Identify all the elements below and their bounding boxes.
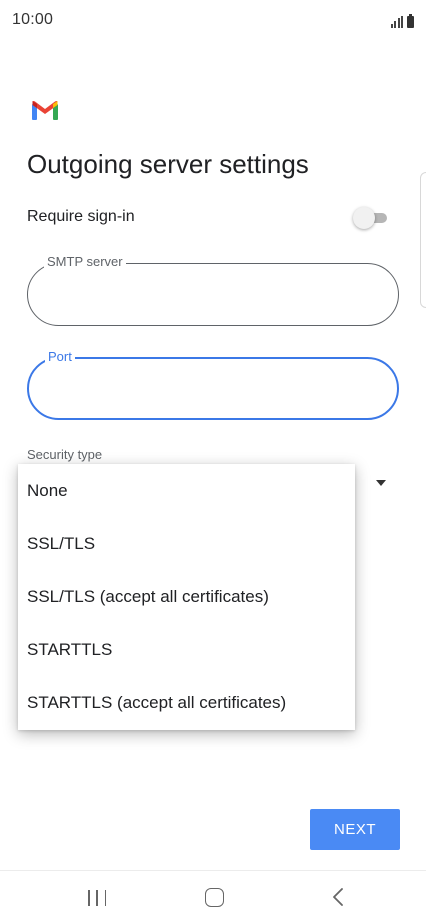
security-type-label: Security type [27, 447, 103, 462]
scroll-indicator [420, 172, 426, 308]
smtp-server-field[interactable]: SMTP server [27, 254, 399, 326]
smtp-server-input[interactable] [46, 282, 376, 306]
require-signin-row: Require sign-in [27, 203, 389, 231]
security-type-dropdown-menu: None SSL/TLS SSL/TLS (accept all certifi… [18, 464, 355, 730]
port-label: Port [45, 349, 75, 364]
status-bar: 10:00 [0, 0, 426, 40]
battery-icon [407, 14, 414, 28]
status-time: 10:00 [12, 11, 54, 28]
smtp-server-label: SMTP server [44, 254, 126, 269]
navigation-bar [0, 870, 426, 923]
signal-icon [390, 16, 403, 28]
toggle-thumb [353, 207, 375, 229]
menu-item-ssl-tls-accept-all[interactable]: SSL/TLS (accept all certificates) [18, 570, 355, 623]
menu-item-starttls-accept-all[interactable]: STARTTLS (accept all certificates) [18, 676, 355, 729]
port-input[interactable] [47, 377, 377, 401]
require-signin-toggle[interactable] [353, 207, 387, 229]
recents-icon[interactable] [88, 890, 106, 906]
chevron-down-icon[interactable] [376, 480, 386, 486]
home-icon[interactable] [205, 888, 224, 907]
page-title: Outgoing server settings [27, 149, 309, 179]
menu-item-none[interactable]: None [18, 464, 355, 517]
next-button[interactable]: NEXT [310, 809, 400, 850]
gmail-logo [32, 100, 58, 120]
status-icons [390, 12, 414, 28]
require-signin-label: Require sign-in [27, 208, 135, 225]
back-icon[interactable] [329, 887, 349, 907]
port-field[interactable]: Port [27, 349, 399, 420]
menu-item-starttls[interactable]: STARTTLS [18, 623, 355, 676]
menu-item-ssl-tls[interactable]: SSL/TLS [18, 517, 355, 570]
